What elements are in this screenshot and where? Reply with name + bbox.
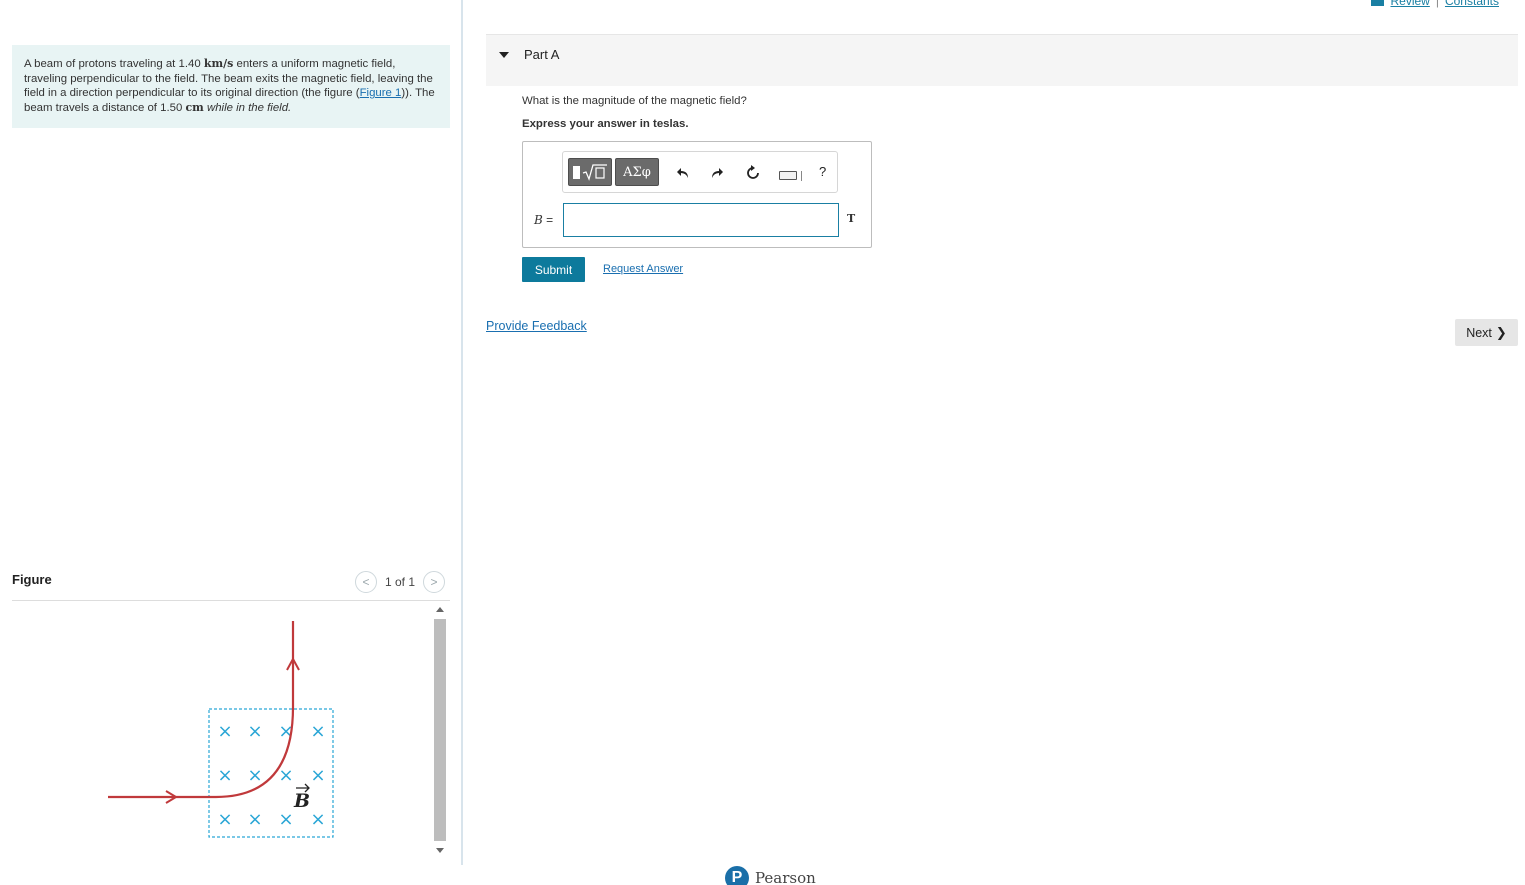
top-links: Review | Constants	[1371, 0, 1499, 8]
field-vector-label: B	[293, 790, 310, 812]
math-toolbar: ΑΣφ ?	[562, 151, 838, 193]
left-pane: A beam of protons traveling at 1.40 km/s…	[0, 0, 462, 885]
pearson-brand: Pearson	[755, 869, 816, 885]
field-x-marker: ×	[278, 765, 293, 786]
radical-icon	[582, 164, 607, 181]
keyboard-icon[interactable]	[779, 171, 797, 180]
answer-unit: T	[847, 212, 856, 225]
answer-input[interactable]	[563, 203, 839, 237]
chevron-right-icon: >	[430, 575, 438, 589]
figure-link[interactable]: Figure 1	[360, 87, 402, 99]
link-separator: |	[1435, 0, 1439, 8]
answer-variable-label: B =	[534, 213, 553, 227]
toolbar-separator	[801, 171, 802, 181]
figure-counter: 1 of 1	[385, 575, 416, 589]
part-a-header[interactable]: Part A	[486, 34, 1518, 86]
field-x-marker: ×	[278, 809, 293, 830]
submit-button[interactable]: Submit	[522, 257, 585, 282]
distance-unit: cm	[185, 100, 204, 114]
next-label: Next	[1466, 325, 1492, 340]
help-button[interactable]: ?	[819, 164, 826, 179]
question-text: What is the magnitude of the magnetic fi…	[522, 95, 747, 107]
provide-feedback-link[interactable]: Provide Feedback	[486, 319, 587, 333]
reset-icon[interactable]	[744, 164, 762, 182]
field-x-marker: ×	[247, 765, 262, 786]
figure-diagram: × × × ×× × × ×× × × × B	[108, 621, 334, 838]
figure-divider	[12, 600, 450, 601]
field-x-marker: ×	[310, 765, 325, 786]
problem-text-1: A beam of protons traveling at 1.40	[24, 58, 204, 70]
field-x-marker: ×	[217, 809, 232, 830]
figure-title: Figure	[12, 572, 52, 587]
equals-sign: =	[542, 213, 554, 227]
collapse-triangle-icon[interactable]	[499, 52, 509, 58]
figure-nav: < 1 of 1 >	[355, 571, 446, 593]
pearson-logo-icon: P	[725, 866, 749, 885]
figure-prev-button[interactable]: <	[355, 571, 377, 593]
chevron-left-icon: <	[362, 575, 370, 589]
scroll-thumb[interactable]	[434, 619, 446, 841]
review-icon	[1371, 0, 1385, 6]
review-link[interactable]: Review	[1390, 0, 1429, 8]
constants-link[interactable]: Constants	[1445, 0, 1499, 8]
pane-divider[interactable]	[461, 0, 463, 865]
templates-icon	[572, 165, 580, 179]
field-x-marker: ×	[247, 809, 262, 830]
request-answer-link[interactable]: Request Answer	[603, 263, 683, 275]
field-x-marker: ×	[247, 721, 262, 742]
figure-scrollbar[interactable]	[432, 603, 448, 861]
scroll-down-icon[interactable]	[436, 848, 444, 853]
field-x-marker: ×	[217, 765, 232, 786]
undo-icon[interactable]	[674, 164, 692, 182]
variable-symbol: B	[534, 213, 543, 227]
templates-button[interactable]	[568, 158, 612, 186]
part-label: Part A	[524, 47, 560, 62]
chevron-right-icon: ❯	[1495, 324, 1507, 340]
problem-text-4: while in the field.	[203, 101, 292, 114]
greek-symbols-button[interactable]: ΑΣφ	[615, 158, 659, 186]
next-button[interactable]: Next ❯	[1455, 319, 1518, 346]
field-x-marker: ×	[310, 721, 325, 742]
answer-box: ΑΣφ ? B = T	[522, 141, 872, 248]
pearson-footer: P Pearson	[725, 866, 816, 885]
field-x-marker: ×	[217, 721, 232, 742]
redo-icon[interactable]	[708, 164, 726, 182]
problem-statement: A beam of protons traveling at 1.40 km/s…	[12, 45, 450, 128]
speed-unit: km/s	[203, 57, 234, 70]
field-x-marker: ×	[310, 809, 325, 830]
express-instruction: Express your answer in teslas.	[522, 118, 689, 130]
scroll-up-icon[interactable]	[436, 607, 444, 612]
figure-next-button[interactable]: >	[423, 571, 446, 593]
